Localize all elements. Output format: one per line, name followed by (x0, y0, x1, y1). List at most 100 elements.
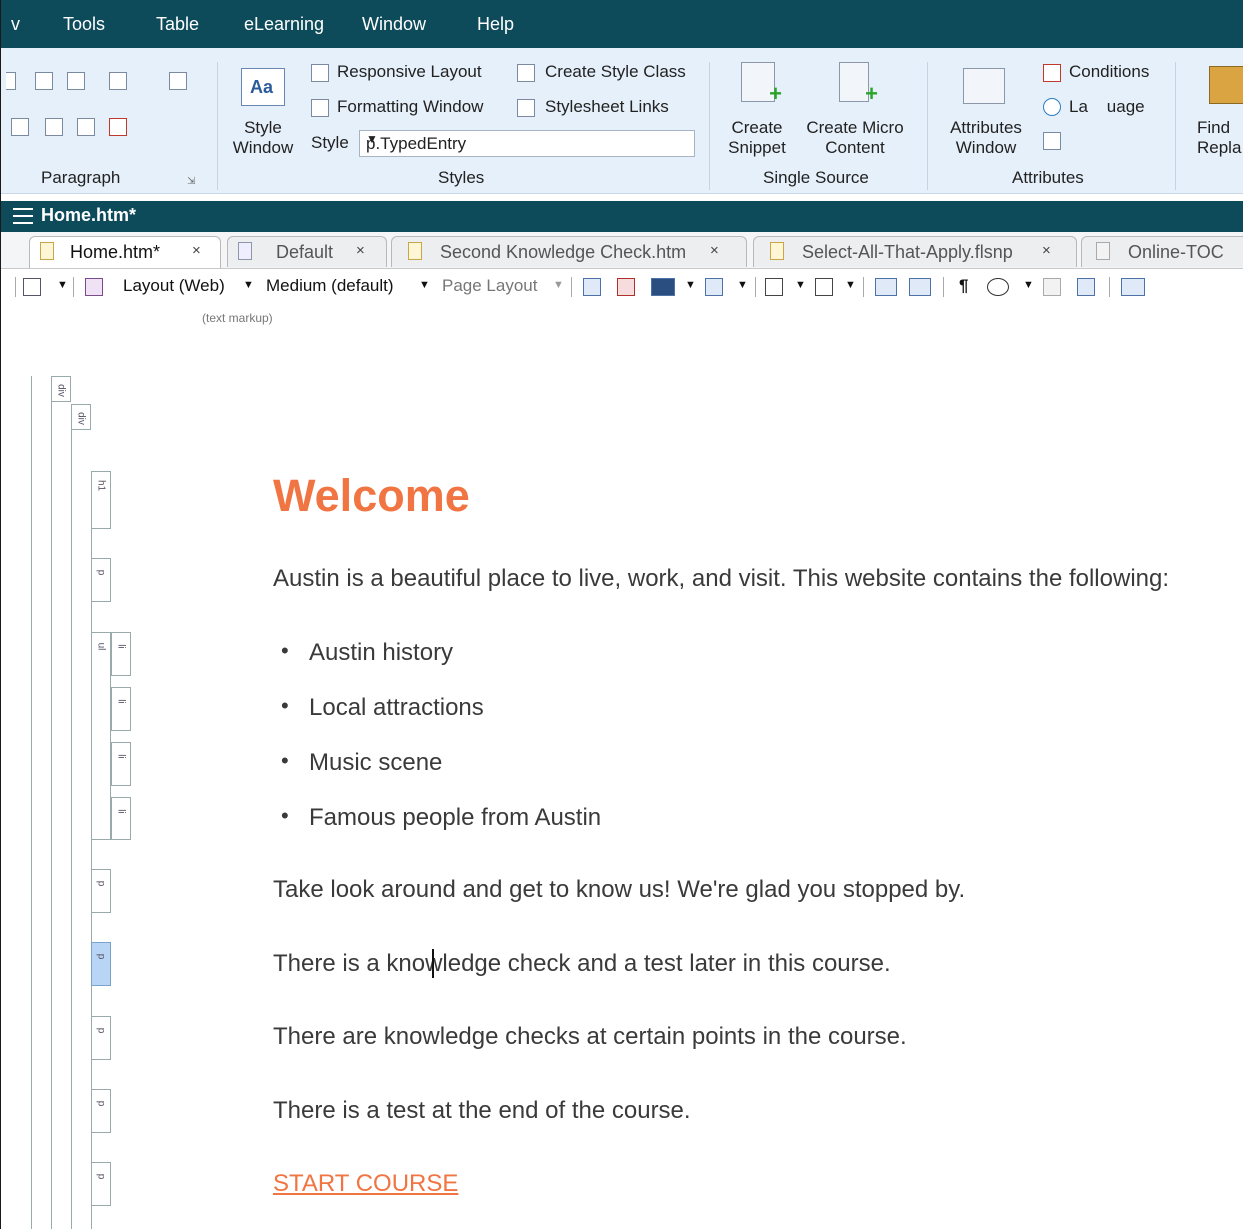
tab-second-knowledge-check[interactable]: Second Knowledge Check.htm × (391, 236, 747, 267)
insert-concept-icon[interactable] (909, 278, 931, 296)
page-layout-dropdown[interactable]: Page Layout (442, 276, 537, 296)
dropdown-icon[interactable] (6, 72, 16, 90)
structure-tag-li[interactable]: li (111, 687, 131, 731)
name-attribute-icon[interactable] (1043, 132, 1061, 150)
align-right-icon[interactable] (11, 118, 29, 136)
menu-table[interactable]: Table (156, 14, 199, 35)
attributes-group-label: Attributes (1012, 168, 1084, 187)
intro-paragraph: Austin is a beautiful place to live, wor… (273, 565, 1170, 592)
insert-image-icon[interactable] (583, 278, 601, 296)
structure-tag-ul[interactable]: ul (91, 632, 111, 840)
tab-online-toc[interactable]: Online-TOC (1081, 236, 1243, 267)
medium-dropdown[interactable]: Medium (default) (266, 276, 394, 296)
editor-toolbar: ▼ Layout (Web) ▼ Medium (default) ▼ Page… (1, 269, 1243, 305)
preview-icon[interactable] (23, 278, 41, 296)
structure-tag-li[interactable]: li (111, 797, 131, 840)
structure-tag-p[interactable]: p (91, 1016, 111, 1060)
style-window-button[interactable]: Style Window (225, 118, 301, 158)
structure-tag-p[interactable]: p (91, 869, 111, 913)
structure-tag-p[interactable]: p (91, 1089, 111, 1133)
show-tags-icon[interactable] (1043, 278, 1061, 296)
show-marks-icon[interactable]: ¶ (959, 276, 968, 296)
responsive-layout-button[interactable]: Responsive Layout (337, 62, 482, 82)
insert-link-icon[interactable] (617, 278, 635, 296)
close-icon[interactable]: × (1042, 242, 1051, 259)
start-course-link[interactable]: START COURSE (273, 1170, 458, 1198)
layout-dropdown[interactable]: Layout (Web) (123, 276, 225, 296)
insert-index-icon[interactable] (875, 278, 897, 296)
align-center-icon[interactable] (45, 118, 63, 136)
menu-help[interactable]: Help (477, 14, 514, 35)
chevron-down-icon[interactable]: ▼ (845, 279, 856, 291)
tab-default[interactable]: Default × (227, 236, 387, 267)
structure-tag-div[interactable]: div (51, 376, 71, 402)
tab-home[interactable]: Home.htm* × (29, 236, 221, 268)
outdent-icon[interactable] (35, 72, 53, 90)
list-item: Austin history (281, 638, 453, 667)
menu-elearning[interactable]: eLearning (244, 14, 324, 35)
language-icon (1043, 98, 1061, 116)
layout-icon (85, 278, 103, 296)
menu-tools[interactable]: Tools (63, 14, 105, 35)
style-label: Style (311, 133, 349, 152)
structure-tag-h1[interactable]: h1 (91, 471, 111, 529)
show-hidden-icon[interactable] (987, 278, 1009, 296)
find-replace-button[interactable]: Find Repla (1197, 118, 1241, 158)
find-replace-icon[interactable] (1209, 66, 1243, 104)
create-snippet-button[interactable]: Create Snippet (719, 118, 795, 158)
create-micro-content-icon[interactable]: + (839, 62, 878, 106)
insert-text-icon[interactable] (815, 278, 833, 296)
structure-tag-li[interactable]: li (111, 742, 131, 786)
indent-icon[interactable] (67, 72, 85, 90)
create-style-class-button[interactable]: Create Style Class (545, 62, 686, 82)
stylesheet-links-icon (517, 99, 535, 117)
create-snippet-icon[interactable]: + (741, 62, 782, 106)
insert-snippet-icon[interactable] (705, 278, 723, 296)
chevron-down-icon[interactable]: ▼ (243, 279, 254, 291)
file-icon (408, 242, 422, 260)
stylesheet-links-button[interactable]: Stylesheet Links (545, 97, 669, 117)
clear-format-icon[interactable] (109, 118, 127, 136)
close-icon[interactable]: × (356, 242, 365, 259)
attributes-window-icon[interactable] (963, 68, 1005, 104)
create-micro-content-button[interactable]: Create Micro Content (797, 118, 913, 158)
list-style-icon[interactable] (109, 72, 127, 90)
dialog-launcher-icon[interactable]: ⇲ (187, 176, 195, 187)
styles-group-label: Styles (438, 168, 485, 187)
hamburger-menu-icon[interactable] (13, 208, 33, 224)
language-button[interactable]: La uage (1069, 97, 1145, 117)
list-item: Music scene (281, 748, 442, 777)
chevron-down-icon[interactable]: ▼ (737, 279, 748, 291)
structure-tag-p-selected[interactable]: p (91, 942, 111, 986)
close-icon[interactable]: × (192, 242, 201, 259)
structure-tag-p[interactable]: p (91, 558, 111, 602)
conditions-button[interactable]: Conditions (1069, 62, 1149, 82)
tab-select-all[interactable]: Select-All-That-Apply.flsnp × (753, 236, 1077, 267)
chevron-down-icon[interactable]: ▼ (57, 279, 68, 291)
formatting-window-icon (311, 99, 329, 117)
structure-tag-p[interactable]: p (91, 1162, 111, 1206)
insert-media-icon[interactable] (651, 278, 675, 296)
chevron-down-icon[interactable]: ▼ (1023, 279, 1034, 291)
list-item: Famous people from Austin (281, 803, 601, 832)
structure-tag-div[interactable]: div (71, 404, 91, 430)
insert-placeholder-icon[interactable] (1121, 278, 1145, 296)
chevron-down-icon[interactable]: ▼ (419, 279, 430, 291)
list-item: Local attractions (281, 693, 484, 722)
menu-view[interactable]: v (11, 14, 20, 35)
formatting-window-button[interactable]: Formatting Window (337, 97, 483, 117)
attributes-window-button[interactable]: Attributes Window (941, 118, 1031, 158)
menu-window[interactable]: Window (362, 14, 426, 35)
paragraph-border-icon[interactable] (169, 72, 187, 90)
chevron-down-icon[interactable]: ▼ (685, 279, 696, 291)
style-select[interactable]: p.TypedEntry ▼ (359, 130, 695, 157)
chevron-down-icon[interactable]: ▼ (795, 279, 806, 291)
show-structure-icon[interactable] (1077, 278, 1095, 296)
close-icon[interactable]: × (710, 242, 719, 259)
justify-icon[interactable] (77, 118, 95, 136)
chevron-down-icon[interactable]: ▼ (553, 279, 564, 291)
structure-tag-li[interactable]: li (111, 632, 131, 676)
snippet-file-icon (770, 242, 784, 260)
style-window-icon[interactable]: Aa (241, 68, 285, 106)
insert-variable-icon[interactable] (765, 278, 783, 296)
